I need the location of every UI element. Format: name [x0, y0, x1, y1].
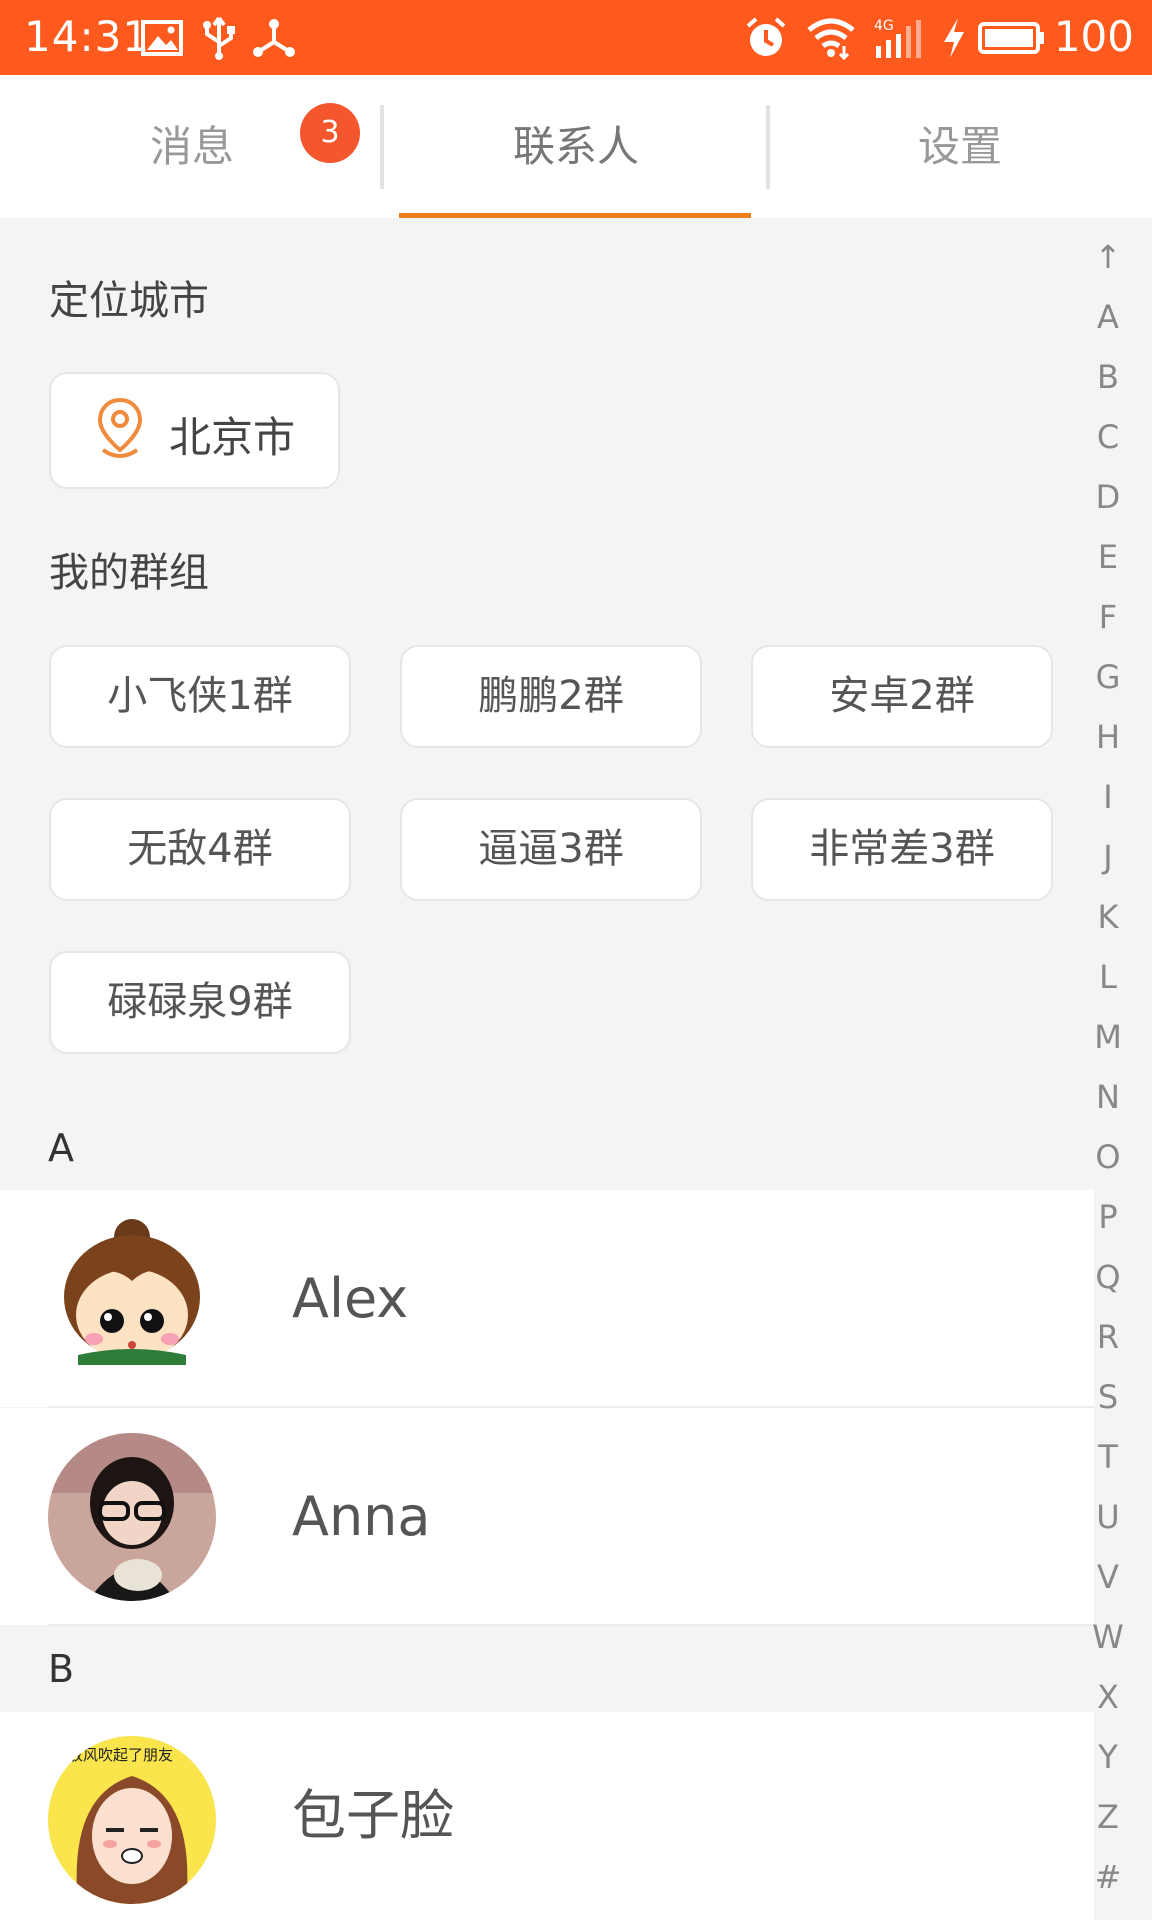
index-item[interactable]: O [1078, 1138, 1138, 1176]
index-item[interactable]: H [1078, 718, 1138, 756]
cartoon-face-avatar: 放风吹起了朋友 [48, 1736, 216, 1904]
wifi-icon [807, 18, 855, 60]
signal-4g-icon: 4G [874, 18, 921, 58]
index-item[interactable]: A [1078, 298, 1138, 336]
photo-girl-avatar [48, 1433, 216, 1601]
index-item[interactable]: Z [1078, 1798, 1138, 1836]
index-item[interactable]: W [1078, 1618, 1138, 1656]
status-time: 14:31 [24, 12, 151, 61]
index-item[interactable]: S [1078, 1378, 1138, 1416]
contact-row-baozilian[interactable]: 放风吹起了朋友 包子脸 [0, 1712, 1094, 1920]
index-item[interactable]: C [1078, 418, 1138, 456]
tab-settings[interactable]: 设置 [768, 75, 1152, 218]
cartoon-girl-avatar [48, 1215, 216, 1383]
index-item[interactable]: X [1078, 1678, 1138, 1716]
tab-messages-label: 消息 [149, 122, 234, 171]
index-item[interactable]: D [1078, 478, 1138, 516]
index-item[interactable]: E [1078, 538, 1138, 576]
contact-name: 包子脸 [292, 1784, 454, 1847]
index-item[interactable]: N [1078, 1078, 1138, 1116]
image-icon [141, 20, 183, 56]
group-button[interactable]: 碌碌泉9群 [49, 951, 351, 1054]
index-item[interactable]: Y [1078, 1738, 1138, 1776]
battery-icon [978, 22, 1044, 54]
index-item[interactable]: K [1078, 898, 1138, 936]
group-button[interactable]: 无敌4群 [49, 798, 351, 901]
contact-name: Alex [292, 1267, 409, 1330]
tab-messages[interactable]: 消息 3 [0, 75, 384, 218]
index-item[interactable]: L [1078, 958, 1138, 996]
contact-name: Anna [292, 1485, 431, 1548]
index-item[interactable]: R [1078, 1318, 1138, 1356]
index-item[interactable]: ↑ [1078, 238, 1138, 276]
index-item[interactable]: I [1078, 778, 1138, 816]
index-item[interactable]: T [1078, 1438, 1138, 1476]
group-button[interactable]: 小飞侠1群 [49, 645, 351, 748]
index-item[interactable]: G [1078, 658, 1138, 696]
index-item[interactable]: B [1078, 358, 1138, 396]
usb-icon [203, 16, 235, 60]
battery-level: 100 [1053, 12, 1134, 61]
index-item[interactable]: V [1078, 1558, 1138, 1596]
unread-badge: 3 [300, 103, 360, 163]
group-button[interactable]: 安卓2群 [751, 645, 1053, 748]
index-item[interactable]: M [1078, 1018, 1138, 1056]
tab-settings-label: 设置 [917, 122, 1002, 171]
active-tab-indicator [399, 213, 751, 218]
group-button[interactable]: 逼逼3群 [400, 798, 702, 901]
location-section-title: 定位城市 [49, 278, 209, 324]
section-header-b: B [48, 1647, 75, 1691]
index-item[interactable]: P [1078, 1198, 1138, 1236]
status-bar: 14:31 4G 100 [0, 0, 1152, 75]
group-button[interactable]: 非常差3群 [751, 798, 1053, 901]
index-item[interactable]: J [1078, 838, 1138, 876]
index-item[interactable]: # [1078, 1858, 1138, 1896]
tab-contacts[interactable]: 联系人 [384, 75, 768, 218]
tab-bar: 消息 3 联系人 设置 [0, 75, 1152, 218]
share-icon [253, 19, 295, 57]
tab-contacts-label: 联系人 [512, 122, 639, 171]
location-pin-icon [97, 397, 143, 458]
charging-icon [944, 18, 964, 58]
current-city-label: 北京市 [169, 413, 296, 462]
index-item[interactable]: U [1078, 1498, 1138, 1536]
avatar-caption: 放风吹起了朋友 [68, 1746, 173, 1764]
groups-section-title: 我的群组 [49, 550, 209, 596]
svg-text:4G: 4G [874, 18, 894, 34]
alarm-icon [746, 17, 786, 56]
section-header-a: A [48, 1126, 74, 1170]
current-city-button[interactable]: 北京市 [49, 372, 340, 489]
index-item[interactable]: F [1078, 598, 1138, 636]
contact-row-anna[interactable]: Anna [0, 1408, 1094, 1625]
index-item[interactable]: Q [1078, 1258, 1138, 1296]
group-button[interactable]: 鹏鹏2群 [400, 645, 702, 748]
contact-row-alex[interactable]: Alex [0, 1190, 1094, 1407]
